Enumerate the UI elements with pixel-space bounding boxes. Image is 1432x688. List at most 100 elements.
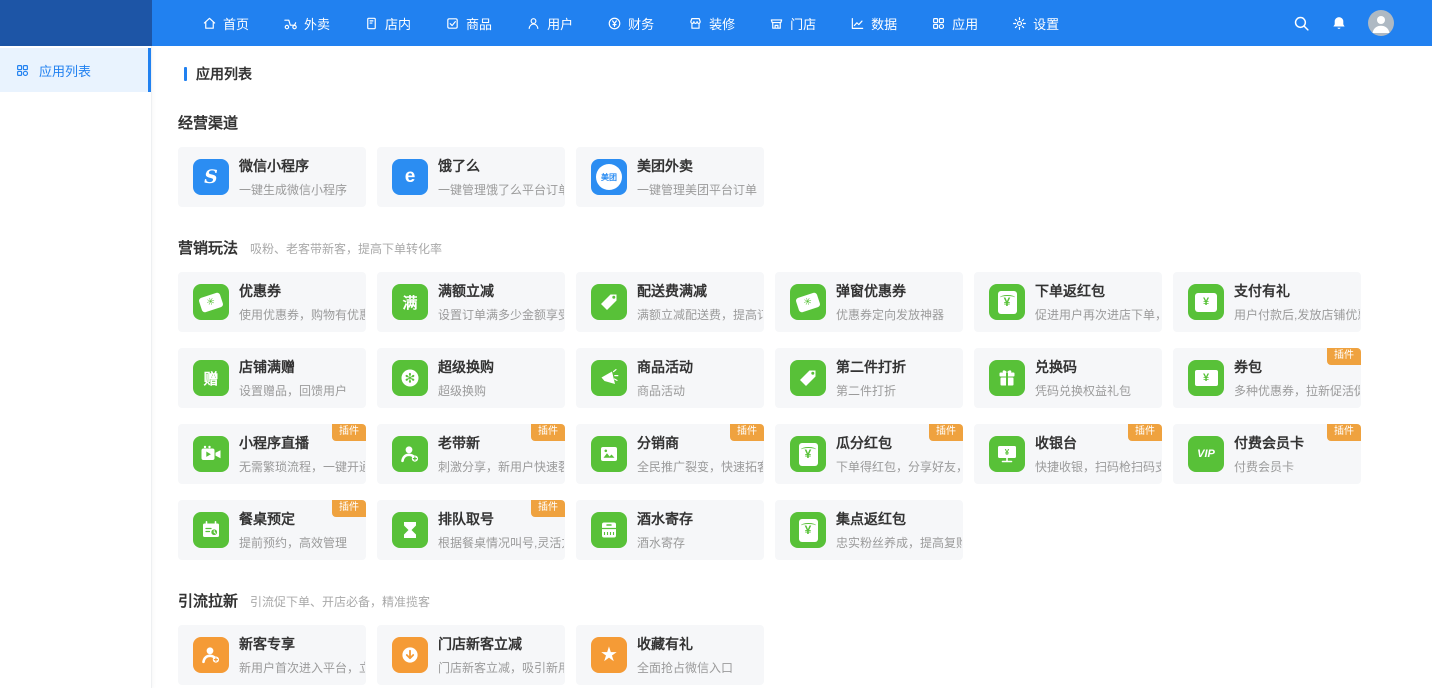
title-accent-bar xyxy=(184,67,187,81)
nav-item-label: 设置 xyxy=(1033,14,1059,33)
app-card[interactable]: 酒水寄存酒水寄存 xyxy=(576,500,764,560)
app-card[interactable]: 插件分销商全民推广裂变，快速拓客... xyxy=(576,424,764,484)
app-card[interactable]: ★收藏有礼全面抢占微信入口 xyxy=(576,625,764,685)
section-header: 营销玩法吸粉、老客带新客，提高下单转化率 xyxy=(178,237,1432,258)
card-description: 付费会员卡 xyxy=(1234,458,1304,475)
nav-item-decorate[interactable]: 装修 xyxy=(688,14,735,33)
card-description: 优惠券定向发放神器 xyxy=(836,306,944,323)
app-card[interactable]: 插件排队取号根据餐桌情况叫号,灵活方便 xyxy=(377,500,565,560)
app-card[interactable]: ✻超级换购超级换购 xyxy=(377,348,565,408)
card-text: 付费会员卡付费会员卡 xyxy=(1234,433,1304,475)
app-card[interactable]: ✳弹窗优惠券优惠券定向发放神器 xyxy=(775,272,963,332)
data-icon xyxy=(850,16,865,31)
nav-item-settings[interactable]: 设置 xyxy=(1012,14,1059,33)
avatar[interactable] xyxy=(1368,10,1394,36)
card-text: 满额立减设置订单满多少金额享受... xyxy=(438,281,564,323)
search-icon[interactable] xyxy=(1293,15,1310,32)
card-description: 下单得红包，分享好友，... xyxy=(836,458,962,475)
card-text: 餐桌预定提前预约，高效管理 xyxy=(239,509,347,551)
nav-item-label: 用户 xyxy=(547,14,573,33)
app-card[interactable]: 美团美团外卖一键管理美团平台订单 xyxy=(576,147,764,207)
app-card[interactable]: 满满额立减设置订单满多少金额享受... xyxy=(377,272,565,332)
home-icon xyxy=(202,16,217,31)
hourglass-icon xyxy=(392,512,428,548)
nav-item-instore[interactable]: 店内 xyxy=(364,14,411,33)
app-card[interactable]: ¥集点返红包忠实粉丝养成，提高复购... xyxy=(775,500,963,560)
section-subtitle: 吸粉、老客带新客，提高下单转化率 xyxy=(250,240,442,257)
finance-icon xyxy=(607,16,622,31)
shop-gift-icon: 赠 xyxy=(193,360,229,396)
goods-icon xyxy=(445,16,460,31)
card-title: 店铺满赠 xyxy=(239,357,347,377)
card-text: 饿了么一键管理饿了么平台订单 xyxy=(438,156,564,198)
card-description: 设置赠品，回馈用户 xyxy=(239,382,347,399)
section: 引流拉新引流促下单、开店必备，精准揽客新客专享新用户首次进入平台，立... 门店新… xyxy=(178,590,1432,685)
redpacket-icon: ¥ xyxy=(790,436,826,472)
card-title: 微信小程序 xyxy=(239,156,347,176)
nav-item-stores[interactable]: 门店 xyxy=(769,14,816,33)
card-text: 新客专享新用户首次进入平台，立... xyxy=(239,634,365,676)
section: 经营渠道S微信小程序一键生成微信小程序e饿了么一键管理饿了么平台订单美团美团外卖… xyxy=(178,112,1432,207)
nav-item-home[interactable]: 首页 xyxy=(202,14,249,33)
card-description: 一键生成微信小程序 xyxy=(239,181,347,198)
topbar-nav: 首页 外卖 店内 商品 用户 财务 装修 门店 数据 应用 设置 xyxy=(202,14,1059,33)
card-title: 付费会员卡 xyxy=(1234,433,1304,453)
redpacket-icon: ¥ xyxy=(790,512,826,548)
app-card[interactable]: 配送费满减满额立减配送费，提高订... xyxy=(576,272,764,332)
app-card[interactable]: 插件¥瓜分红包下单得红包，分享好友，... xyxy=(775,424,963,484)
card-title: 优惠券 xyxy=(239,281,365,301)
app-card[interactable]: 插件老带新刺激分享，新用户快速裂变 xyxy=(377,424,565,484)
nav-item-label: 应用 xyxy=(952,14,978,33)
app-card[interactable]: ¥支付有礼用户付款后,发放店铺优惠券 xyxy=(1173,272,1361,332)
card-text: 商品活动商品活动 xyxy=(637,357,693,399)
decorate-icon xyxy=(688,16,703,31)
app-card[interactable]: 插件小程序直播无需繁琐流程，一键开通... xyxy=(178,424,366,484)
section-title: 营销玩法 xyxy=(178,237,238,258)
app-card[interactable]: 插件VIP付费会员卡付费会员卡 xyxy=(1173,424,1361,484)
app-card[interactable]: 插件¥收银台快捷收银，扫码枪扫码支付 xyxy=(974,424,1162,484)
app-card[interactable]: 第二件打折第二件打折 xyxy=(775,348,963,408)
nav-item-goods[interactable]: 商品 xyxy=(445,14,492,33)
nav-item-label: 首页 xyxy=(223,14,249,33)
plugin-badge: 插件 xyxy=(531,424,565,441)
delivery-tag-icon xyxy=(591,284,627,320)
plugin-badge: 插件 xyxy=(332,424,366,441)
nav-item-label: 门店 xyxy=(790,14,816,33)
layout: 应用列表 应用列表 经营渠道S微信小程序一键生成微信小程序e饿了么一键管理饿了么… xyxy=(0,46,1432,688)
user-icon xyxy=(526,16,541,31)
card-description: 一键管理美团平台订单 xyxy=(637,181,757,198)
card-description: 第二件打折 xyxy=(836,382,906,399)
nav-item-takeout[interactable]: 外卖 xyxy=(283,14,330,33)
nav-item-apps[interactable]: 应用 xyxy=(931,14,978,33)
card-title: 满额立减 xyxy=(438,281,564,301)
nav-item-data[interactable]: 数据 xyxy=(850,14,897,33)
card-title: 兑换码 xyxy=(1035,357,1131,377)
app-card[interactable]: 兑换码凭码兑换权益礼包 xyxy=(974,348,1162,408)
card-title: 弹窗优惠券 xyxy=(836,281,944,301)
plugin-badge: 插件 xyxy=(332,500,366,517)
section-header: 引流拉新引流促下单、开店必备，精准揽客 xyxy=(178,590,1432,611)
app-card[interactable]: 插件¥券包多种优惠券，拉新促活促... xyxy=(1173,348,1361,408)
page-title: 应用列表 xyxy=(184,64,1432,84)
card-description: 刺激分享，新用户快速裂变 xyxy=(438,458,564,475)
takeout-icon xyxy=(283,16,298,31)
sidebar-item-apps[interactable]: 应用列表 xyxy=(0,48,151,92)
bell-icon[interactable] xyxy=(1331,15,1347,32)
card-text: 支付有礼用户付款后,发放店铺优惠券 xyxy=(1234,281,1360,323)
app-card[interactable]: e饿了么一键管理饿了么平台订单 xyxy=(377,147,565,207)
app-card[interactable]: S微信小程序一键生成微信小程序 xyxy=(178,147,366,207)
app-card[interactable]: 插件餐桌预定提前预约，高效管理 xyxy=(178,500,366,560)
app-card[interactable]: 新客专享新用户首次进入平台，立... xyxy=(178,625,366,685)
app-card[interactable]: 门店新客立减门店新客立减，吸引新用... xyxy=(377,625,565,685)
app-card[interactable]: 赠店铺满赠设置赠品，回馈用户 xyxy=(178,348,366,408)
card-text: 收藏有礼全面抢占微信入口 xyxy=(637,634,733,676)
card-description: 超级换购 xyxy=(438,382,494,399)
nav-item-user[interactable]: 用户 xyxy=(526,14,573,33)
card-text: 美团外卖一键管理美团平台订单 xyxy=(637,156,757,198)
nav-item-finance[interactable]: 财务 xyxy=(607,14,654,33)
app-card[interactable]: ✳优惠券使用优惠券，购物有优惠 xyxy=(178,272,366,332)
app-card[interactable]: ¥下单返红包促进用户再次进店下单，... xyxy=(974,272,1162,332)
card-description: 提前预约，高效管理 xyxy=(239,534,347,551)
card-text: 优惠券使用优惠券，购物有优惠 xyxy=(239,281,365,323)
app-card[interactable]: 商品活动商品活动 xyxy=(576,348,764,408)
